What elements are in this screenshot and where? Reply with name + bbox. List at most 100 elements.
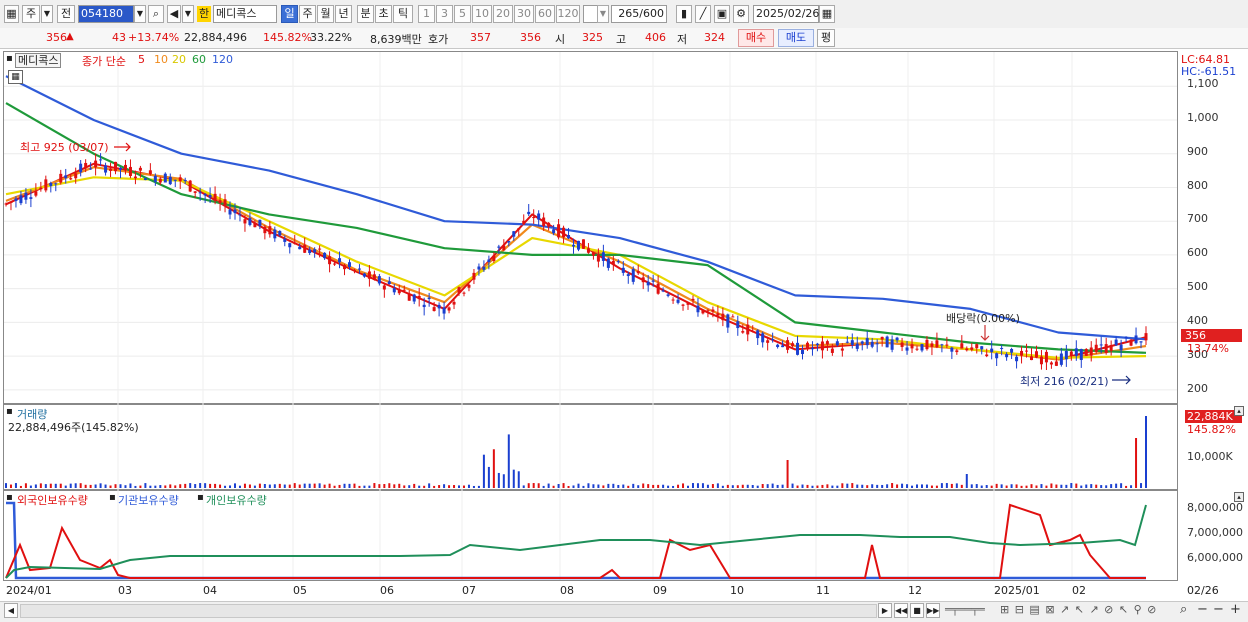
x-label: 03 xyxy=(118,584,132,597)
interval-button-60[interactable]: 60 xyxy=(535,5,555,23)
range-button[interactable]: 전 xyxy=(57,5,75,23)
holding-tick: 7,000,000 xyxy=(1187,526,1243,539)
chart-icon[interactable]: ▦ xyxy=(4,5,19,23)
interval-button-10[interactable]: 10 xyxy=(472,5,492,23)
search-icon[interactable]: ⌕ xyxy=(148,5,164,23)
zoom-slider-icon[interactable]: ═╤══╤═ xyxy=(945,603,985,616)
ma-10-label: 10 xyxy=(154,53,168,66)
interval-button-5[interactable]: 5 xyxy=(454,5,471,23)
low-label: 저 xyxy=(677,33,688,46)
eval-button[interactable]: 평 xyxy=(817,29,835,47)
interval-dropdown-icon[interactable]: ▼ xyxy=(597,5,609,23)
high-annotation: 최고 925 (03/07) xyxy=(20,141,109,154)
pct-tag: 13.74% xyxy=(1187,342,1229,355)
line-tool-icon[interactable]: ╱ xyxy=(695,5,711,23)
market-select[interactable]: 주 xyxy=(22,5,40,23)
open-label: 시 xyxy=(555,33,566,46)
period-button-day[interactable]: 일 xyxy=(281,5,298,23)
quote-bar: 356 ▲ 43 +13.74% 22,884,496 145.82% 33.2… xyxy=(0,28,1248,49)
low-annotation: 최저 216 (02/21) xyxy=(1020,375,1109,388)
period-button-minute[interactable]: 분 xyxy=(357,5,374,23)
ma-60-label: 60 xyxy=(192,53,206,66)
table-icon[interactable]: ▦ xyxy=(8,70,23,84)
interval-button-3[interactable]: 3 xyxy=(436,5,453,23)
high-label: 고 xyxy=(616,33,627,46)
x-label: 04 xyxy=(203,584,217,597)
up-arrow-icon: ▲ xyxy=(66,31,74,42)
x-label: 12 xyxy=(908,584,922,597)
interval-button-1[interactable]: 1 xyxy=(418,5,435,23)
drawing-tools-icon[interactable]: ⊞ ⊟ ▤ ⊠ ↗ ↖ ↗ ⊘ ↖ ⚲ ⊘ xyxy=(1000,603,1157,616)
interval-button-30[interactable]: 30 xyxy=(514,5,534,23)
volume-pane[interactable] xyxy=(3,404,1178,490)
volume-value: 22,884,496 xyxy=(184,31,247,44)
period-button-month[interactable]: 월 xyxy=(317,5,334,23)
sound-dropdown-icon[interactable]: ▼ xyxy=(182,5,194,23)
scroll-left-icon[interactable]: ◀ xyxy=(4,603,18,618)
individual-holding-label: 개인보유수량 xyxy=(206,494,267,507)
y-tick: 500 xyxy=(1187,280,1208,293)
legend-bullet: ▪ xyxy=(6,53,13,64)
holding-pane[interactable] xyxy=(3,490,1178,581)
scrollbar-track[interactable] xyxy=(20,604,877,618)
x-label: 2024/01 xyxy=(6,584,52,597)
fast-forward-icon[interactable]: ▶▶ xyxy=(926,603,940,618)
trade-amount: 8,639백만 xyxy=(370,33,422,46)
y-tick: 600 xyxy=(1187,246,1208,259)
x-label: 05 xyxy=(293,584,307,597)
institution-holding-label: 기관보유수량 xyxy=(118,494,179,507)
gear-icon[interactable]: ⚙ xyxy=(733,5,749,23)
zoom-out-icon[interactable]: − xyxy=(1213,602,1224,617)
zoom-icon[interactable]: ⌕ xyxy=(1180,602,1187,617)
date-input[interactable]: 2025/02/26 xyxy=(753,5,819,23)
change-pct: +13.74% xyxy=(128,31,180,44)
toolbar: ▦ 주 ▼ 전 054180 ▼ ⌕ ◀ ▼ 한 메디콕스 일 주 월 년 분 … xyxy=(0,0,1248,29)
sell-button[interactable]: 매도 xyxy=(778,29,814,47)
minus-icon[interactable]: − xyxy=(1197,602,1208,617)
volume-tick: 10,000K xyxy=(1187,450,1233,463)
rewind-icon[interactable]: ◀◀ xyxy=(894,603,908,618)
price-pane[interactable] xyxy=(3,51,1178,404)
ma-label: 종가 단순 xyxy=(82,55,126,68)
code-input[interactable]: 054180 xyxy=(78,5,134,23)
period-button-week[interactable]: 주 xyxy=(299,5,316,23)
stop-icon[interactable]: ■ xyxy=(910,603,924,618)
pane-title[interactable]: 메디콕스 xyxy=(15,53,62,68)
period-button-tick[interactable]: 틱 xyxy=(393,5,413,23)
x-label: 10 xyxy=(730,584,744,597)
buy-button[interactable]: 매수 xyxy=(738,29,774,47)
count-total: /600 xyxy=(639,7,664,20)
maximize-icon[interactable]: ▴ xyxy=(1234,406,1244,416)
y-tick: 1,000 xyxy=(1187,111,1219,124)
y-tick: 200 xyxy=(1187,382,1208,395)
price-tag: 356 xyxy=(1181,329,1242,342)
holding-tick: 6,000,000 xyxy=(1187,551,1243,564)
ma-120-label: 120 xyxy=(212,53,233,66)
market-dropdown-icon[interactable]: ▼ xyxy=(41,5,53,23)
y-tick: 700 xyxy=(1187,212,1208,225)
period-button-year[interactable]: 년 xyxy=(335,5,352,23)
y-tick: 400 xyxy=(1187,314,1208,327)
volume-pct: 145.82% xyxy=(1187,423,1236,436)
display-count[interactable]: 265/600 xyxy=(611,5,667,23)
interval-button-20[interactable]: 20 xyxy=(493,5,513,23)
low-price: 324 xyxy=(704,31,725,44)
y-tick: 900 xyxy=(1187,145,1208,158)
change-value: 43 xyxy=(112,31,126,44)
price-value: 356 xyxy=(46,31,67,44)
legend-bullet: ▪ xyxy=(6,406,13,417)
code-dropdown-icon[interactable]: ▼ xyxy=(134,5,146,23)
interval-button-120[interactable]: 120 xyxy=(556,5,580,23)
legend-bullet: ▪ xyxy=(6,492,13,503)
y-tick: 1,100 xyxy=(1187,77,1219,90)
calendar-icon[interactable]: ▦ xyxy=(819,5,835,23)
legend-bullet: ▪ xyxy=(197,492,204,503)
candle-icon[interactable]: ▮ xyxy=(676,5,692,23)
scroll-right-icon[interactable]: ▶ xyxy=(878,603,892,618)
stock-badge: 한 xyxy=(197,6,212,22)
zoom-in-icon[interactable]: + xyxy=(1230,602,1241,617)
save-icon[interactable]: ▣ xyxy=(714,5,730,23)
sound-icon[interactable]: ◀ xyxy=(167,5,181,23)
period-button-second[interactable]: 초 xyxy=(375,5,392,23)
maximize-icon[interactable]: ▴ xyxy=(1234,492,1244,502)
